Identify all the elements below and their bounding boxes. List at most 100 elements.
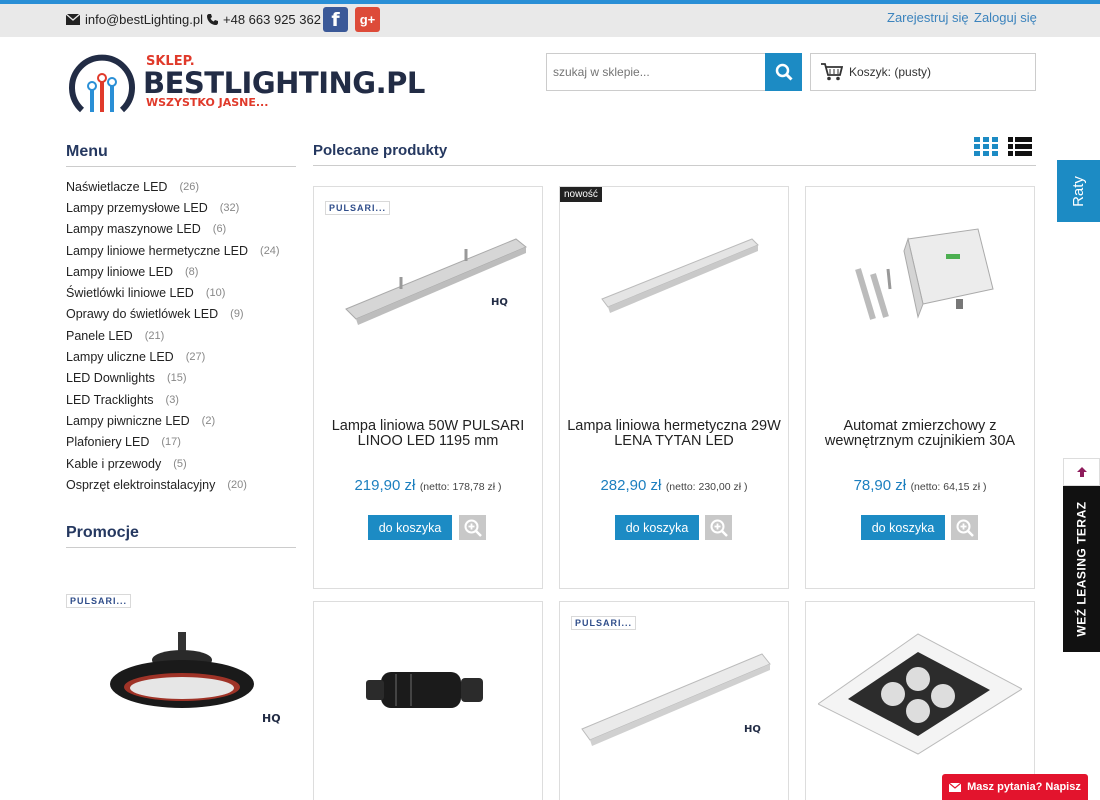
product-image: HQ bbox=[345, 238, 527, 325]
register-link[interactable]: Zarejestruj się bbox=[887, 10, 969, 25]
add-to-cart-button[interactable]: do koszyka bbox=[368, 515, 452, 540]
phone-icon bbox=[207, 14, 218, 25]
grid-view-icon[interactable] bbox=[974, 137, 998, 156]
product-card[interactable]: nowość Lampa liniowa hermetyczna 29W LEN… bbox=[559, 186, 789, 589]
product-price-net: (netto: 64,15 zł ) bbox=[910, 481, 987, 493]
menu-item[interactable]: Naświetlacze LED (26) bbox=[66, 176, 280, 197]
menu-item-label: Lampy przemysłowe LED bbox=[66, 200, 208, 215]
add-to-cart-button[interactable]: do koszyka bbox=[615, 515, 699, 540]
facebook-icon[interactable]: f bbox=[323, 7, 348, 32]
section-divider bbox=[313, 165, 1036, 166]
quick-view-button[interactable] bbox=[705, 515, 732, 540]
menu-item-count: (32) bbox=[219, 201, 240, 214]
add-to-cart-button[interactable]: do koszyka bbox=[861, 515, 945, 540]
menu-item-label: Panele LED bbox=[66, 328, 133, 343]
menu-item-label: Lampy uliczne LED bbox=[66, 350, 174, 365]
menu-item-count: (24) bbox=[260, 244, 280, 257]
search-icon bbox=[775, 63, 793, 81]
promo-product-image[interactable]: PULSARI... HQ bbox=[66, 592, 296, 772]
menu-item-label: Lampy liniowe hermetyczne LED bbox=[66, 243, 249, 258]
menu-item[interactable]: Lampy piwniczne LED (2) bbox=[66, 410, 280, 431]
product-image bbox=[601, 238, 759, 313]
product-card[interactable] bbox=[805, 601, 1035, 800]
menu-item[interactable]: Kable i przewody (5) bbox=[66, 453, 280, 474]
menu-item-label: Świetlówki liniowe LED bbox=[66, 286, 194, 301]
promo-divider bbox=[66, 547, 296, 548]
menu-item-count: (20) bbox=[227, 478, 247, 491]
leasing-toggle-button[interactable] bbox=[1063, 458, 1100, 486]
product-image bbox=[855, 228, 994, 320]
logo-tagline: WSZYSTKO JASNE... bbox=[146, 96, 269, 109]
zoom-in-icon bbox=[956, 519, 974, 537]
menu-item-count: (26) bbox=[179, 180, 199, 193]
raty-tab[interactable]: Raty bbox=[1057, 160, 1100, 222]
menu-item[interactable]: Lampy liniowe hermetyczne LED (24) bbox=[66, 240, 280, 261]
menu-item-label: Naświetlacze LED bbox=[66, 179, 168, 194]
menu-item-label: Kable i przewody bbox=[66, 456, 162, 471]
contact-phone[interactable]: +48 663 925 362 bbox=[207, 12, 321, 27]
google-plus-icon[interactable]: g+ bbox=[355, 7, 380, 32]
product-name[interactable]: Lampa liniowa 50W PULSARI LINOO LED 1195… bbox=[318, 419, 538, 449]
menu-item-count: (15) bbox=[166, 372, 187, 385]
envelope-icon bbox=[66, 14, 80, 25]
product-price: 282,90 zł bbox=[600, 477, 662, 494]
svg-text:HQ: HQ bbox=[262, 712, 281, 725]
envelope-icon bbox=[949, 782, 962, 792]
product-image: HQ bbox=[581, 653, 771, 746]
menu-item-label: LED Tracklights bbox=[66, 392, 154, 407]
menu-item[interactable]: Lampy liniowe LED (8) bbox=[66, 261, 280, 282]
list-view-icon[interactable] bbox=[1008, 137, 1032, 156]
menu-item[interactable]: LED Tracklights (3) bbox=[66, 389, 280, 410]
menu-item-label: Osprzęt elektroinstalacyjny bbox=[66, 477, 216, 492]
menu-item[interactable]: Lampy przemysłowe LED (32) bbox=[66, 197, 280, 218]
cart-icon bbox=[821, 63, 843, 81]
quick-view-button[interactable] bbox=[459, 515, 486, 540]
menu-item-label: Lampy maszynowe LED bbox=[66, 222, 201, 237]
menu-item-label: Lampy liniowe LED bbox=[66, 264, 173, 279]
menu-item-count: (8) bbox=[185, 265, 199, 278]
search-input[interactable] bbox=[546, 53, 765, 91]
site-logo[interactable]: SKLEP. BESTLIGHTING.PL WSZYSTKO JASNE... bbox=[68, 52, 425, 122]
product-card[interactable]: PULSARI... HQ bbox=[559, 601, 789, 800]
contact-email[interactable]: info@bestLighting.pl bbox=[66, 12, 203, 27]
menu-item[interactable]: LED Downlights (15) bbox=[66, 368, 280, 389]
cart-label: Koszyk: (pusty) bbox=[849, 65, 932, 79]
ask-question-button[interactable]: Masz pytania? Napisz bbox=[942, 774, 1088, 800]
menu-divider bbox=[66, 166, 296, 167]
menu-item[interactable]: Panele LED (21) bbox=[66, 325, 280, 346]
menu-item-count: (9) bbox=[230, 308, 244, 321]
contact-phone-text: +48 663 925 362 bbox=[223, 12, 321, 27]
product-image bbox=[818, 633, 1022, 755]
product-image bbox=[366, 672, 483, 708]
menu-item-label: LED Downlights bbox=[66, 371, 155, 386]
leasing-tab[interactable]: WEŹ LEASING TERAZ bbox=[1063, 486, 1100, 652]
menu-item-count: (27) bbox=[185, 351, 206, 364]
product-name[interactable]: Automat zmierzchowy z wewnętrznym czujni… bbox=[810, 419, 1030, 449]
category-menu: Naświetlacze LED (26) Lampy przemysłowe L… bbox=[66, 176, 280, 495]
menu-item-label: Oprawy do świetlówek LED bbox=[66, 307, 219, 322]
menu-item-count: (21) bbox=[144, 329, 165, 342]
menu-item[interactable]: Lampy uliczne LED (27) bbox=[66, 346, 280, 367]
menu-item[interactable]: Lampy maszynowe LED (6) bbox=[66, 219, 280, 240]
menu-item[interactable]: Świetlówki liniowe LED (10) bbox=[66, 282, 280, 303]
menu-item-count: (10) bbox=[205, 287, 226, 300]
product-card[interactable] bbox=[313, 601, 543, 800]
menu-title: Menu bbox=[66, 143, 108, 160]
product-card[interactable]: Automat zmierzchowy z wewnętrznym czujni… bbox=[805, 186, 1035, 589]
product-price-net: (netto: 230,00 zł ) bbox=[665, 481, 748, 493]
menu-item[interactable]: Plafoniery LED (17) bbox=[66, 432, 280, 453]
menu-item-count: (5) bbox=[173, 457, 187, 470]
search-button[interactable] bbox=[765, 53, 802, 91]
svg-text:HQ: HQ bbox=[491, 297, 508, 308]
product-card[interactable]: PULSARI... HQ Lampa liniowa 50W PULSARI … bbox=[313, 186, 543, 589]
cart-summary[interactable]: Koszyk: (pusty) bbox=[810, 53, 1036, 91]
menu-item[interactable]: Oprawy do świetlówek LED (9) bbox=[66, 304, 280, 325]
highbay-lamp-image: HQ bbox=[110, 632, 281, 725]
login-link[interactable]: Zaloguj się bbox=[974, 10, 1037, 25]
quick-view-button[interactable] bbox=[951, 515, 978, 540]
product-name[interactable]: Lampa liniowa hermetyczna 29W LENA TYTAN… bbox=[564, 419, 784, 449]
menu-item-count: (17) bbox=[161, 436, 181, 449]
menu-item-count: (6) bbox=[212, 223, 227, 236]
menu-item-count: (3) bbox=[165, 393, 179, 406]
menu-item[interactable]: Osprzęt elektroinstalacyjny (20) bbox=[66, 474, 280, 495]
